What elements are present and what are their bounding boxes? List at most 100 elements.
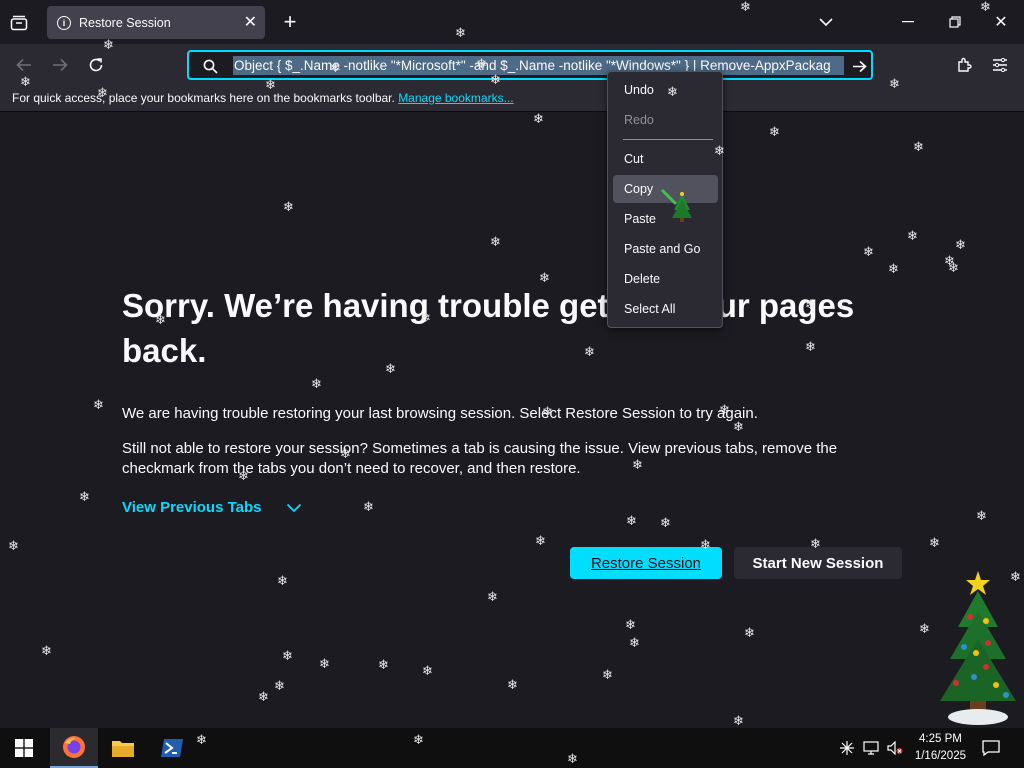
taskbar-powershell[interactable] <box>148 728 196 768</box>
bookmarks-toolbar: For quick access, place your bookmarks h… <box>0 86 1024 112</box>
snowflake-icon: ❄ <box>476 56 487 71</box>
start-button[interactable] <box>0 728 48 768</box>
snowflake-icon: ❄ <box>629 635 640 650</box>
address-bar[interactable]: Object { $_.Name -notlike "*Microsoft*" … <box>187 50 873 80</box>
snowflake-icon: ❄ <box>507 677 518 692</box>
maximize-icon[interactable] <box>943 10 967 34</box>
snowflake-icon: ❄ <box>422 663 433 678</box>
info-icon: i <box>57 15 71 30</box>
snowflake-icon: ❄ <box>490 72 501 87</box>
minimize-icon[interactable] <box>896 10 920 34</box>
cursor-icon <box>660 188 692 222</box>
snowflake-icon: ❄ <box>79 489 90 504</box>
snowflake-icon: ❄ <box>97 85 108 100</box>
taskbar-file-explorer[interactable] <box>99 728 147 768</box>
snowflake-icon: ❄ <box>1010 569 1021 584</box>
close-window-icon[interactable]: ✕ <box>989 10 1013 34</box>
snowflake-icon: ❄ <box>740 0 751 14</box>
snowflake-icon: ❄ <box>455 25 466 40</box>
view-previous-tabs-toggle[interactable]: View Previous Tabs <box>122 499 302 516</box>
extensions-icon[interactable] <box>952 53 976 77</box>
snowflake-icon: ❄ <box>363 499 374 514</box>
snowflake-icon: ❄ <box>976 508 987 523</box>
snowflake-icon: ❄ <box>625 617 636 632</box>
snowflake-icon: ❄ <box>714 143 725 158</box>
page-content: Sorry. We’re having trouble getting your… <box>0 113 1024 728</box>
menu-icon[interactable] <box>988 53 1012 77</box>
snowflake-icon: ❄ <box>907 228 918 243</box>
clock-time: 4:25 PM <box>919 733 962 745</box>
snowflake-icon: ❄ <box>719 402 730 417</box>
display-icon[interactable] <box>862 738 880 758</box>
powershell-icon <box>161 739 183 757</box>
system-clock[interactable]: 4:25 PM 1/16/2025 <box>915 731 966 765</box>
taskbar-firefox[interactable] <box>50 728 98 768</box>
snowflake-icon: ❄ <box>319 656 330 671</box>
snowflake-icon: ❄ <box>274 678 285 693</box>
snowflake-icon: ❄ <box>667 84 678 99</box>
snowflake-icon: ❄ <box>542 404 553 419</box>
snowflake-icon: ❄ <box>283 199 294 214</box>
snowflake-icon: ❄ <box>420 310 431 325</box>
snowflake-icon: ❄ <box>733 713 744 728</box>
snowflake-icon: ❄ <box>955 237 966 252</box>
menu-item-delete[interactable]: Delete <box>613 265 718 293</box>
snowflake-icon: ❄ <box>41 643 52 658</box>
snowflake-icon: ❄ <box>929 535 940 550</box>
notifications-icon[interactable] <box>980 737 1002 759</box>
menu-item-undo[interactable]: Undo <box>613 76 718 104</box>
snowflake-icon: ❄ <box>888 261 899 276</box>
snowflake-icon: ❄ <box>805 339 816 354</box>
chevron-down-icon[interactable] <box>814 10 838 34</box>
firefox-icon <box>63 736 85 758</box>
menu-item-redo[interactable]: Redo <box>613 106 718 134</box>
snowflake-icon: ❄ <box>584 344 595 359</box>
snowflake-icon: ❄ <box>533 111 544 126</box>
snowflake-icon: ❄ <box>805 297 816 312</box>
manage-bookmarks-link[interactable]: Manage bookmarks... <box>398 91 513 105</box>
snowflake-icon: ❄ <box>539 270 550 285</box>
forward-icon[interactable] <box>48 53 72 77</box>
clock-date: 1/16/2025 <box>914 750 966 762</box>
close-tab-icon[interactable]: ✕ <box>244 12 257 32</box>
snowflake-icon: ❄ <box>535 533 546 548</box>
snowflake-icon: ❄ <box>889 76 900 91</box>
snowflake-icon: ❄ <box>238 468 249 483</box>
tab-restore-session[interactable]: i Restore Session ✕ <box>47 6 265 39</box>
christmas-tree-icon <box>940 571 1016 725</box>
snowflake-icon: ❄ <box>769 124 780 139</box>
menu-item-select-all[interactable]: Select All <box>613 295 718 323</box>
snowflake-icon: ❄ <box>863 244 874 259</box>
snowflake-icon: ❄ <box>626 513 637 528</box>
snowflake-icon: ❄ <box>282 648 293 663</box>
menu-item-cut[interactable]: Cut <box>613 145 718 173</box>
snowflake-icon: ❄ <box>632 457 643 472</box>
snowflake-icon: ❄ <box>810 536 821 551</box>
navigation-toolbar: Object { $_.Name -notlike "*Microsoft*" … <box>0 44 1024 86</box>
snowflake-icon: ❄ <box>490 234 501 249</box>
snowflake-icon: ❄ <box>660 515 671 530</box>
snowflake-icon: ❄ <box>20 74 31 89</box>
tab-list-icon[interactable] <box>8 12 30 34</box>
snowflake-icon: ❄ <box>330 60 341 75</box>
snowflake-icon: ❄ <box>265 77 276 92</box>
view-previous-tabs-label: View Previous Tabs <box>122 499 262 516</box>
go-arrow-icon[interactable] <box>849 56 869 76</box>
snowflake-icon: ❄ <box>378 657 389 672</box>
menu-item-paste-and-go[interactable]: Paste and Go <box>613 235 718 263</box>
folder-icon <box>112 741 134 757</box>
network-icon[interactable] <box>838 738 856 758</box>
new-tab-icon[interactable]: + <box>278 9 302 34</box>
snowflake-icon: ❄ <box>196 732 207 747</box>
reload-icon[interactable] <box>84 53 108 77</box>
url-input[interactable]: Object { $_.Name -notlike "*Microsoft*" … <box>233 56 844 75</box>
snowflake-icon: ❄ <box>103 37 114 52</box>
start-new-session-button[interactable]: Start New Session <box>734 547 902 579</box>
snowflake-icon: ❄ <box>155 312 166 327</box>
menu-separator <box>623 139 713 140</box>
snowflake-icon: ❄ <box>93 397 104 412</box>
search-icon <box>201 57 219 75</box>
volume-muted-icon[interactable] <box>886 738 904 758</box>
snowflake-icon: ❄ <box>602 667 613 682</box>
snowflake-icon: ❄ <box>385 361 396 376</box>
